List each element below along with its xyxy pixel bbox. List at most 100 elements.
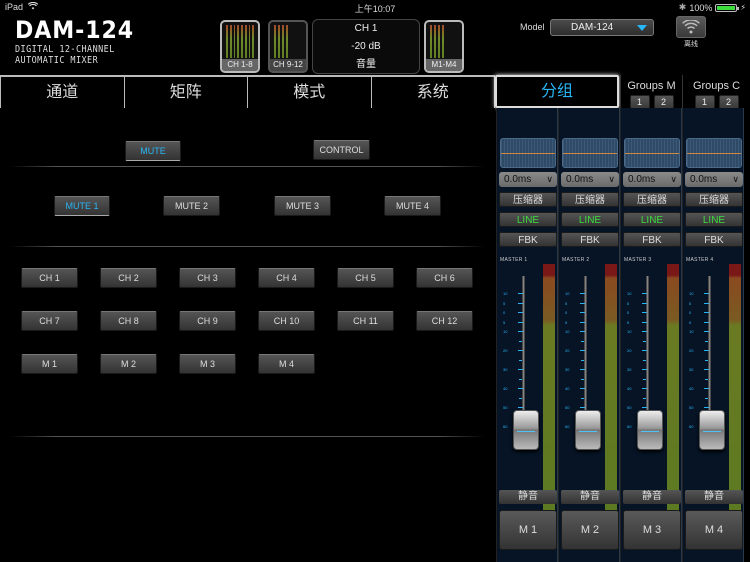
groups-m-button-1[interactable]: 1: [629, 95, 650, 109]
assign-button-ch11[interactable]: CH 11: [337, 311, 394, 331]
mute-group-2-button[interactable]: MUTE 2: [163, 196, 220, 216]
assign-button-ch1[interactable]: CH 1: [21, 268, 78, 288]
control-mode-button[interactable]: CONTROL: [313, 140, 370, 160]
fader-scale-tick: 5: [501, 301, 523, 307]
tab-channel[interactable]: 通道: [0, 77, 125, 108]
battery-percent: 100%: [689, 2, 713, 13]
bluetooth-icon: ✱: [678, 2, 687, 12]
fader-scale-tick: 0: [687, 310, 709, 316]
compressor-button[interactable]: 压缩器: [499, 192, 557, 207]
compressor-button[interactable]: 压缩器: [685, 192, 743, 207]
fbk-button[interactable]: FBK: [499, 232, 557, 247]
assign-button-ch9[interactable]: CH 9: [179, 311, 236, 331]
eq-curve-display[interactable]: [562, 138, 618, 168]
group-assign-panel: MUTE CONTROL MUTE 1 MUTE 2 MUTE 3 MUTE 4…: [0, 108, 495, 562]
master-label: MASTER 2: [562, 257, 590, 263]
assign-button-ch6[interactable]: CH 6: [416, 268, 473, 288]
mute-button[interactable]: 静音: [561, 490, 619, 504]
fader-scale-tick: 30: [501, 367, 523, 373]
info-channel: CH 1: [354, 23, 378, 34]
groups-c-button-1[interactable]: 1: [694, 95, 715, 109]
assign-button-ch5[interactable]: CH 5: [337, 268, 394, 288]
fader-scale-tick: 5: [625, 301, 647, 307]
assign-button-m1[interactable]: M 1: [21, 354, 78, 374]
assign-button-ch7[interactable]: CH 7: [21, 311, 78, 331]
mute-mode-button[interactable]: MUTE: [125, 141, 181, 161]
fbk-button[interactable]: FBK: [623, 232, 681, 247]
connection-status: 离线: [684, 41, 698, 48]
fader-scale-tick: 20: [687, 348, 709, 354]
assign-button-ch10[interactable]: CH 10: [258, 311, 315, 331]
master-strip-1: 0.0ms ∨ 压缩器 LINE FBK MASTER 1 10 5 0 5 10 20 30 40 50 6…: [496, 108, 558, 562]
assign-button-m3[interactable]: M 3: [179, 354, 236, 374]
groups-m-button-2[interactable]: 2: [653, 95, 674, 109]
meter-button-m1-m4[interactable]: M1-M4: [424, 20, 464, 73]
assign-button-ch4[interactable]: CH 4: [258, 268, 315, 288]
model-value: DAM-124: [571, 22, 614, 33]
fader-scale-tick: [625, 396, 647, 402]
fader-knob[interactable]: [513, 410, 539, 450]
compressor-button[interactable]: 压缩器: [623, 192, 681, 207]
groups-c-button-2[interactable]: 2: [718, 95, 739, 109]
meter-button-ch9-12[interactable]: CH 9-12: [268, 20, 308, 73]
assign-button-ch3[interactable]: CH 3: [179, 268, 236, 288]
divider: [10, 166, 485, 167]
model-select[interactable]: DAM-124: [550, 19, 654, 36]
master-name-button[interactable]: M 2: [561, 510, 619, 550]
mute-group-4-button[interactable]: MUTE 4: [384, 196, 441, 216]
eq-curve-display[interactable]: [624, 138, 680, 168]
divider: [10, 436, 485, 437]
mute-button[interactable]: 静音: [623, 490, 681, 504]
input-type-button[interactable]: LINE: [561, 212, 619, 227]
charging-icon: ⚡: [740, 3, 746, 12]
fader-scale-tick: 40: [687, 386, 709, 392]
connection-button[interactable]: [676, 16, 706, 38]
input-type-button[interactable]: LINE: [499, 212, 557, 227]
dropdown-arrow-icon: [637, 25, 647, 31]
mute-button[interactable]: 静音: [499, 490, 557, 504]
fader-scale-tick: 0: [501, 310, 523, 316]
assign-button-ch12[interactable]: CH 12: [416, 311, 473, 331]
info-level: -20 dB: [351, 41, 381, 52]
fader-knob[interactable]: [575, 410, 601, 450]
fader-scale-tick: 5: [625, 320, 647, 326]
compressor-button[interactable]: 压缩器: [561, 192, 619, 207]
input-type-button[interactable]: LINE: [685, 212, 743, 227]
fader-scale-tick: 5: [501, 320, 523, 326]
input-type-button[interactable]: LINE: [623, 212, 681, 227]
clock: 上午10:07: [354, 4, 396, 14]
battery-icon: [715, 3, 740, 12]
eq-curve-display[interactable]: [686, 138, 742, 168]
fader-scale-tick: 40: [563, 386, 585, 392]
tab-mode[interactable]: 模式: [248, 77, 372, 108]
tab-matrix[interactable]: 矩阵: [124, 77, 248, 108]
fader-scale-tick: [563, 339, 585, 345]
master-name-button[interactable]: M 4: [685, 510, 743, 550]
fbk-button[interactable]: FBK: [561, 232, 619, 247]
fbk-button[interactable]: FBK: [685, 232, 743, 247]
mute-group-3-button[interactable]: MUTE 3: [274, 196, 331, 216]
mute-group-1-button[interactable]: MUTE 1: [54, 196, 110, 216]
meter-button-ch1-8[interactable]: CH 1-8: [220, 20, 260, 73]
assign-button-ch8[interactable]: CH 8: [100, 311, 157, 331]
mute-button[interactable]: 静音: [685, 490, 743, 504]
delay-select[interactable]: 0.0ms ∨: [561, 172, 619, 187]
chevron-down-icon: ∨: [608, 174, 615, 184]
tab-group[interactable]: 分组: [495, 75, 619, 108]
tab-system[interactable]: 系统: [371, 77, 495, 108]
assign-button-m2[interactable]: M 2: [100, 354, 157, 374]
fader-scale-tick: [563, 358, 585, 364]
eq-curve-display[interactable]: [500, 138, 556, 168]
fader-scale-tick: [563, 377, 585, 383]
fader-scale-tick: 30: [563, 367, 585, 373]
assign-button-m4[interactable]: M 4: [258, 354, 315, 374]
delay-select[interactable]: 0.0ms ∨: [623, 172, 681, 187]
assign-button-ch2[interactable]: CH 2: [100, 268, 157, 288]
fader-knob[interactable]: [699, 410, 725, 450]
delay-select[interactable]: 0.0ms ∨: [685, 172, 743, 187]
delay-select[interactable]: 0.0ms ∨: [499, 172, 557, 187]
master-name-button[interactable]: M 3: [623, 510, 681, 550]
logo-subtitle-1: DIGITAL 12-CHANNEL: [15, 44, 115, 55]
master-name-button[interactable]: M 1: [499, 510, 557, 550]
fader-knob[interactable]: [637, 410, 663, 450]
